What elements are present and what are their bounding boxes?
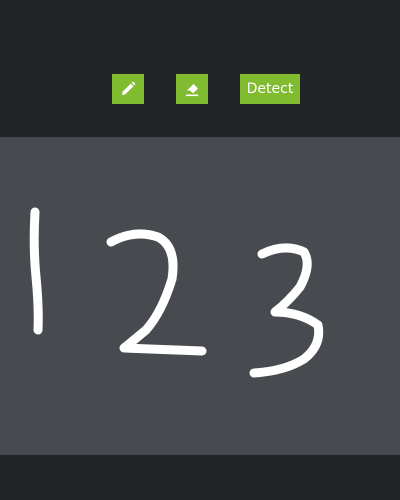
pencil-button[interactable]	[112, 74, 144, 104]
stroke-digit-1	[29, 207, 43, 335]
detect-button[interactable]: Detect	[240, 74, 300, 104]
footer-bar	[0, 455, 400, 500]
drawing-canvas[interactable]	[0, 137, 400, 455]
eraser-icon	[184, 81, 200, 97]
eraser-button[interactable]	[176, 74, 208, 104]
handwriting-strokes	[29, 207, 324, 378]
digit-recognizer-app: Detect	[0, 0, 400, 500]
stroke-digit-2	[106, 229, 207, 356]
stroke-digit-3	[249, 243, 324, 378]
pencil-icon	[120, 81, 136, 97]
toolbar: Detect	[0, 0, 400, 137]
